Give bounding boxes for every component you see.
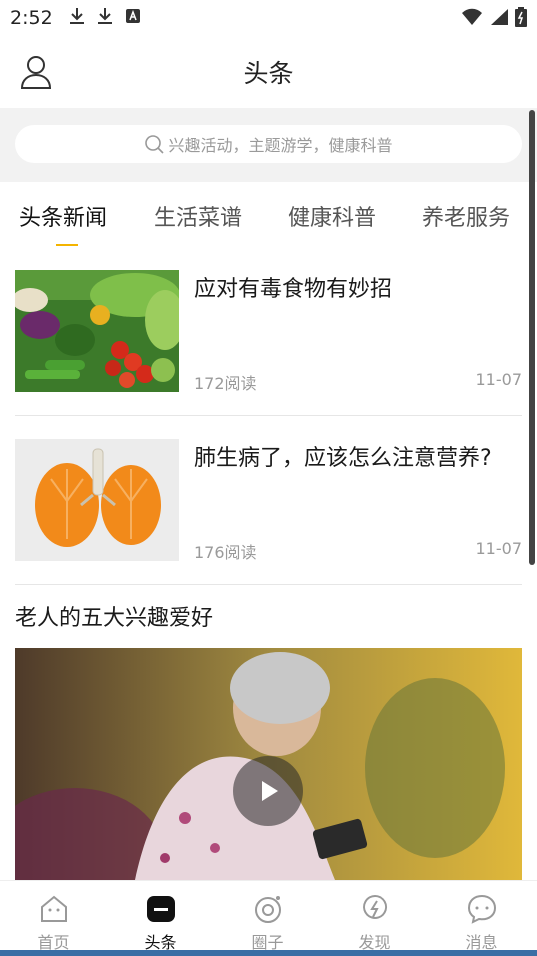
vegetables-thumbnail <box>15 270 179 392</box>
tab-headline-news[interactable]: 头条新闻 <box>19 200 107 232</box>
article-title: 肺生病了，应该怎么注意营养? <box>194 446 492 471</box>
nav-circle[interactable]: 圈子 <box>214 881 321 952</box>
read-count: 176阅读 <box>194 543 257 562</box>
status-right <box>461 7 527 32</box>
article-item[interactable]: 应对有毒食物有妙招 172阅读 11-07 <box>15 270 523 393</box>
app-header: 头条 <box>0 36 537 108</box>
signal-icon <box>489 8 509 31</box>
read-count: 172阅读 <box>194 374 257 393</box>
tab-life-recipes[interactable]: 生活菜谱 <box>154 200 242 232</box>
wifi-icon <box>461 8 483 31</box>
status-time: 2:52 <box>10 7 53 29</box>
article-item[interactable]: 肺生病了，应该怎么注意营养? 176阅读 11-07 <box>15 439 523 562</box>
video-player[interactable] <box>15 648 522 880</box>
video-article-title[interactable]: 老人的五大兴趣爱好 <box>15 600 213 632</box>
download-icon <box>97 6 113 31</box>
active-tab-indicator <box>56 244 78 246</box>
article-date: 11-07 <box>475 539 523 558</box>
search-area: 兴趣活动，主题游学，健康科普 <box>0 108 537 182</box>
headline-icon <box>145 893 177 925</box>
article-title: 应对有毒食物有妙招 <box>194 277 393 302</box>
bottom-nav: 首页 头条 圈子 发现 消息 <box>0 880 537 952</box>
profile-icon[interactable] <box>20 54 52 90</box>
scrollbar[interactable] <box>529 110 535 565</box>
nav-home[interactable]: 首页 <box>0 881 107 952</box>
nav-discover[interactable]: 发现 <box>321 881 428 952</box>
search-input[interactable]: 兴趣活动，主题游学，健康科普 <box>15 125 522 163</box>
system-taskbar-strip <box>0 950 537 956</box>
discover-icon <box>359 893 391 925</box>
battery-icon <box>515 7 527 32</box>
home-icon <box>38 893 70 925</box>
category-tabs: 头条新闻 生活菜谱 健康科普 养老服务 <box>0 182 537 246</box>
search-icon <box>144 134 165 154</box>
download-icon <box>69 6 85 31</box>
nav-messages[interactable]: 消息 <box>428 881 535 952</box>
play-button[interactable] <box>233 756 303 826</box>
divider <box>15 584 522 585</box>
page-title: 头条 <box>243 59 294 88</box>
status-bar: 2:52 <box>0 0 537 36</box>
notification-a-icon <box>125 7 141 29</box>
tab-elderly-services[interactable]: 养老服务 <box>422 200 510 232</box>
article-date: 11-07 <box>475 370 523 389</box>
search-placeholder: 兴趣活动，主题游学，健康科普 <box>168 136 393 155</box>
nav-headline[interactable]: 头条 <box>107 881 214 952</box>
circle-icon <box>252 893 284 925</box>
divider <box>15 415 522 416</box>
tab-health-science[interactable]: 健康科普 <box>288 200 376 232</box>
message-icon <box>466 893 498 925</box>
lungs-thumbnail <box>15 439 179 561</box>
